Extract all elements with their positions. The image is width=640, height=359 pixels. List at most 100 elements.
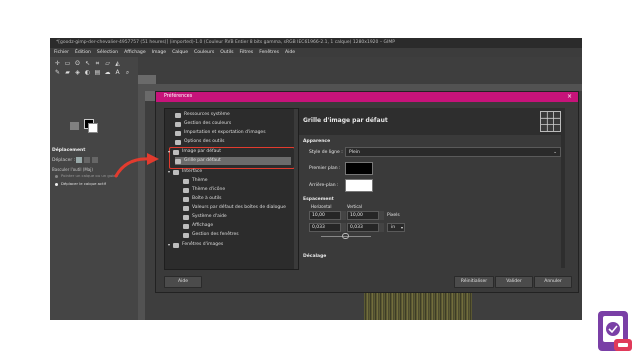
- tool-options-title: Déplacement: [52, 148, 86, 153]
- crop-icon[interactable]: ⌗: [94, 60, 101, 67]
- background-color-swatch[interactable]: [88, 123, 98, 133]
- resolution-horizontal-input[interactable]: 0,033: [309, 223, 341, 232]
- path-mode-icon[interactable]: [92, 157, 98, 163]
- grid-icon: [175, 158, 181, 164]
- page-scrollbar[interactable]: [561, 135, 565, 268]
- spin-buttons[interactable]: [379, 211, 384, 220]
- tree-scrollbar[interactable]: [294, 109, 298, 269]
- selection-mode-icon[interactable]: [84, 157, 90, 163]
- tree-item-affichage[interactable]: Affichage: [183, 222, 213, 230]
- line-style-select[interactable]: Plein ⌄: [345, 147, 561, 157]
- option-active-radio[interactable]: [55, 183, 58, 186]
- tree-item-import-export[interactable]: Importation et exportation d'images: [175, 129, 266, 137]
- tree-item-label: Thème d'icône: [192, 187, 226, 192]
- tree-item-label: Fenêtres d'images: [182, 242, 224, 247]
- gradient-icon[interactable]: ▤: [94, 69, 101, 76]
- spacing-title: Espacement: [303, 197, 334, 202]
- menu-aide[interactable]: Aide: [285, 50, 295, 55]
- collapse-icon[interactable]: ▾: [168, 148, 170, 156]
- spacing-vertical-input[interactable]: 10,00: [347, 211, 379, 220]
- tree-item-options-outils[interactable]: Options des outils: [175, 138, 224, 146]
- menu-filtres[interactable]: Filtres: [240, 50, 254, 55]
- spacing-horizontal-input[interactable]: 10,00: [309, 211, 341, 220]
- bucket-icon[interactable]: ◐: [84, 69, 91, 76]
- menu-image[interactable]: Image: [152, 50, 166, 55]
- site-logo: [592, 309, 636, 355]
- dialog-defaults-icon: [183, 205, 189, 211]
- toggle-tool-label: Basculer l'outil (Maj): [52, 167, 93, 172]
- background-label: Arrière-plan :: [309, 183, 339, 188]
- spin-buttons[interactable]: [341, 223, 346, 232]
- tree-item-grille-defaut[interactable]: Grille par défaut: [175, 157, 291, 165]
- window-icon: [183, 232, 189, 238]
- menu-couleurs[interactable]: Couleurs: [194, 50, 214, 55]
- paintbrush-icon[interactable]: ✎: [54, 69, 61, 76]
- text-tool-icon[interactable]: A: [114, 69, 121, 76]
- fuzzy-select-icon[interactable]: ↖: [84, 60, 91, 67]
- collapse-icon[interactable]: ▾: [168, 168, 170, 176]
- tree-item-valeurs-dialogue[interactable]: Valeurs par défaut des boîtes de dialogu…: [183, 204, 286, 212]
- close-icon[interactable]: ×: [567, 92, 572, 102]
- resolution-unit-value: in: [391, 225, 396, 230]
- menu-fichier[interactable]: Fichier: [54, 50, 69, 55]
- page-header: Grille d'image par défaut: [299, 108, 565, 135]
- layer-mode-icon[interactable]: [76, 157, 82, 163]
- ok-button[interactable]: Valider: [495, 276, 533, 288]
- zoom-icon[interactable]: ⌕: [124, 69, 131, 76]
- tree-item-label: Thème: [192, 178, 208, 183]
- foreground-color-button[interactable]: [345, 162, 373, 175]
- tree-item-ressources[interactable]: Ressources système: [175, 111, 230, 119]
- menu-affichage[interactable]: Affichage: [124, 50, 146, 55]
- option-pick-radio[interactable]: [55, 175, 58, 178]
- spin-buttons[interactable]: [379, 223, 384, 232]
- horizontal-ruler[interactable]: [138, 84, 582, 91]
- cancel-button[interactable]: Annuler: [534, 276, 572, 288]
- menu-selection[interactable]: Sélection: [97, 50, 118, 55]
- tree-item-image-defaut[interactable]: ▾ Image par défaut: [168, 148, 221, 156]
- spacing-unit[interactable]: Pixels: [387, 213, 400, 218]
- smudge-icon[interactable]: ☁: [104, 69, 111, 76]
- warp-icon[interactable]: ◭: [114, 60, 121, 67]
- tree-item-boite-outils[interactable]: Boîte à outils: [183, 195, 221, 203]
- tree-item-label: Interface: [182, 169, 203, 174]
- menu-calque[interactable]: Calque: [172, 50, 188, 55]
- active-brush-icon[interactable]: [70, 122, 79, 130]
- vertical-ruler[interactable]: [138, 91, 145, 320]
- background-color-button[interactable]: [345, 179, 373, 192]
- lasso-icon[interactable]: ʘ: [74, 60, 81, 67]
- tree-item-label: Options des outils: [184, 139, 225, 144]
- image-canvas[interactable]: [364, 293, 472, 320]
- menu-fenetres[interactable]: Fenêtres: [259, 50, 279, 55]
- chain-link-icon[interactable]: [342, 233, 349, 239]
- help-button[interactable]: Aide: [164, 276, 202, 288]
- preferences-tree: Ressources système Gestion des couleurs …: [164, 108, 299, 270]
- transform-icon[interactable]: ▱: [104, 60, 111, 67]
- reset-button[interactable]: Réinitialiser: [454, 276, 494, 288]
- tree-item-interface[interactable]: ▾ Interface: [168, 168, 202, 176]
- gear-icon: [175, 112, 181, 118]
- resolution-unit-select[interactable]: in ▾: [387, 223, 405, 232]
- move-tool-icon[interactable]: ✛: [54, 60, 61, 67]
- tool-grid: ✛ ▭ ʘ ↖ ⌗ ▱ ◭ ✎ ▰ ◈ ◐ ▤ ☁ A ⌕: [54, 60, 132, 76]
- spin-buttons[interactable]: [341, 211, 346, 220]
- resolution-vertical-input[interactable]: 0,033: [347, 223, 379, 232]
- interface-icon: [173, 169, 180, 175]
- menu-outils[interactable]: Outils: [220, 50, 233, 55]
- menu-edition[interactable]: Édition: [75, 50, 91, 55]
- horizontal-label: Horizontal: [311, 204, 332, 209]
- image-icon: [173, 149, 180, 155]
- collapse-icon[interactable]: ▾: [168, 241, 170, 249]
- tree-item-theme-icone[interactable]: Thème d'icône: [183, 186, 225, 194]
- tree-item-fenetres[interactable]: Gestion des fenêtres: [183, 231, 239, 239]
- text-icon[interactable]: [124, 60, 131, 67]
- tree-item-label: Ressources système: [184, 112, 230, 117]
- toolbox: ✛ ▭ ʘ ↖ ⌗ ▱ ◭ ✎ ▰ ◈ ◐ ▤ ☁ A ⌕ Déplacemen…: [50, 57, 138, 320]
- rect-select-icon[interactable]: ▭: [64, 60, 71, 67]
- eraser-icon[interactable]: ▰: [64, 69, 71, 76]
- tree-item-theme[interactable]: Thème: [183, 177, 208, 185]
- tree-item-label: Grille par défaut: [184, 158, 221, 163]
- clone-icon[interactable]: ◈: [74, 69, 81, 76]
- tree-item-couleurs[interactable]: Gestion des couleurs: [175, 120, 231, 128]
- tree-item-fenetres-images[interactable]: ▾ Fenêtres d'images: [168, 241, 223, 249]
- tree-item-aide[interactable]: Système d'aide: [183, 213, 227, 221]
